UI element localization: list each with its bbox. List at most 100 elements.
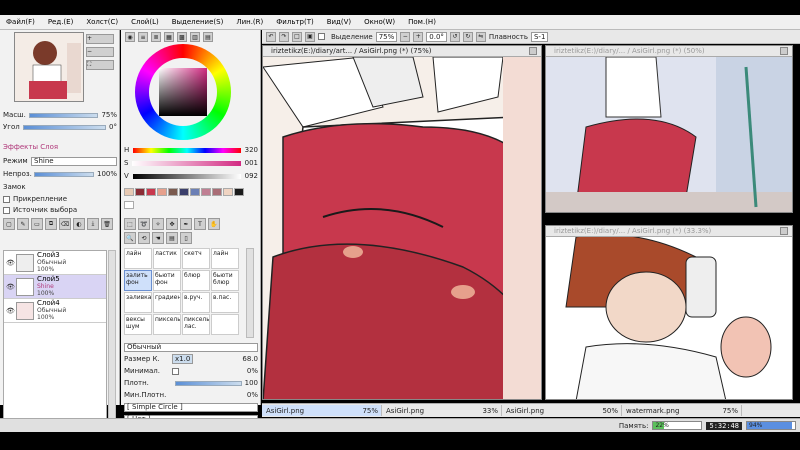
menu-layer[interactable]: Слой(L) bbox=[131, 18, 159, 26]
select-rect-icon[interactable]: ⬚ bbox=[124, 218, 136, 230]
menu-file[interactable]: Файл(F) bbox=[6, 18, 35, 26]
rotate-left-icon[interactable]: ↺ bbox=[449, 31, 460, 42]
undo-icon[interactable]: ↶ bbox=[266, 31, 276, 42]
menu-selection[interactable]: Выделение(S) bbox=[172, 18, 224, 26]
nav-angle-slider[interactable] bbox=[22, 124, 107, 130]
brush-slot[interactable]: ластик bbox=[153, 248, 181, 269]
brush-slot[interactable]: залить фон bbox=[124, 270, 152, 291]
sub1-window-title[interactable]: iriztetikz(E:)/diary/... / AsiGirl.png (… bbox=[546, 46, 792, 57]
brush-slot[interactable]: бьюти блюр bbox=[211, 270, 239, 291]
redo-icon[interactable]: ↷ bbox=[279, 31, 289, 42]
magic-wand-icon[interactable]: ✧ bbox=[152, 218, 164, 230]
color-wheel[interactable] bbox=[135, 44, 231, 140]
rotation-field[interactable]: 0.0° bbox=[426, 31, 447, 42]
brush-min-checkbox[interactable] bbox=[172, 367, 179, 375]
mixer-mode-icon[interactable]: ▩ bbox=[177, 32, 187, 42]
brush-density-value[interactable]: 100 bbox=[245, 379, 258, 387]
selection-checkbox[interactable] bbox=[318, 33, 325, 40]
hand-icon[interactable]: ☚ bbox=[152, 232, 164, 244]
mask-icon[interactable]: ◐ bbox=[73, 218, 85, 230]
layer-row-5[interactable]: 👁 Слой5 Shine 100% bbox=[4, 275, 106, 299]
menu-window[interactable]: Окно(W) bbox=[364, 18, 395, 26]
rotate-tool-icon[interactable]: ⟲ bbox=[138, 232, 150, 244]
brush-slot[interactable]: в.руч. bbox=[182, 292, 210, 313]
doc-tab-2[interactable]: AsiGirl.png 33% bbox=[382, 405, 502, 416]
layer-row-3[interactable]: 👁 Слой3 Обычный 100% bbox=[4, 251, 106, 275]
pan-icon[interactable]: ✋ bbox=[208, 218, 220, 230]
clear-layer-icon[interactable]: ⌫ bbox=[59, 218, 71, 230]
color-wheel-mode-icon[interactable]: ◉ bbox=[125, 32, 135, 42]
color-swatch[interactable] bbox=[146, 188, 156, 196]
menu-view[interactable]: Вид(V) bbox=[327, 18, 351, 26]
nav-fit-icon[interactable]: ⛶ bbox=[86, 60, 114, 70]
navigator-preview[interactable] bbox=[14, 32, 84, 102]
new-layer-icon[interactable]: ▢ bbox=[3, 218, 15, 230]
merge-down-icon[interactable]: ⤓ bbox=[87, 218, 99, 230]
rotate-right-icon[interactable]: ↻ bbox=[462, 31, 473, 42]
doc-tab-3[interactable]: AsiGirl.png 50% bbox=[502, 405, 622, 416]
hue-slider[interactable] bbox=[133, 147, 241, 153]
color-swatch[interactable] bbox=[201, 188, 211, 196]
color-swatch[interactable] bbox=[157, 188, 167, 196]
brush-size-value[interactable]: 68.0 bbox=[242, 355, 258, 363]
doc-tab-1[interactable]: AsiGirl.png 75% bbox=[262, 405, 382, 416]
nav-zoom-in-icon[interactable]: + bbox=[86, 34, 114, 44]
brush-min-density-value[interactable]: 0% bbox=[247, 391, 258, 399]
eye-icon[interactable]: 👁 bbox=[6, 259, 15, 267]
brush-grid-scrollbar[interactable] bbox=[246, 248, 254, 338]
close-icon[interactable] bbox=[529, 47, 537, 55]
move-icon[interactable]: ✥ bbox=[166, 218, 178, 230]
brush-mode-select[interactable]: Обычный bbox=[124, 342, 258, 352]
layer-effects-label[interactable]: Эффекты Слоя bbox=[3, 143, 58, 151]
brush-slot[interactable]: пиксель лас. bbox=[182, 314, 210, 335]
color-swatch[interactable] bbox=[234, 188, 244, 196]
saturation-slider[interactable] bbox=[132, 160, 241, 166]
nav-zoom-out-icon[interactable]: − bbox=[86, 47, 114, 57]
menu-edit[interactable]: Ред.(E) bbox=[48, 18, 73, 26]
selection-source-row[interactable]: Источник выбора bbox=[3, 205, 117, 215]
new-linework-layer-icon[interactable]: ✎ bbox=[17, 218, 29, 230]
brush-size-multiplier[interactable]: x1.0 bbox=[172, 354, 194, 364]
lasso-icon[interactable]: ➰ bbox=[138, 218, 150, 230]
selection-source-checkbox[interactable] bbox=[3, 206, 10, 214]
sub2-window-title[interactable]: iriztetikz(E:)/diary/... / AsiGirl.png (… bbox=[546, 226, 792, 237]
menu-filter[interactable]: Фильтр(T) bbox=[276, 18, 313, 26]
brush-slot[interactable]: градиент bbox=[153, 292, 181, 313]
secondary-canvas-window-33[interactable]: iriztetikz(E:)/diary/... / AsiGirl.png (… bbox=[545, 225, 793, 400]
brush-slot[interactable]: бьюти фон bbox=[153, 270, 181, 291]
clipping-row[interactable]: Прикрепление bbox=[3, 194, 117, 204]
color-swatch[interactable] bbox=[190, 188, 200, 196]
brush-shape-select[interactable]: [ Simple Circle ] bbox=[124, 402, 258, 412]
brush-slot[interactable]: лайн bbox=[211, 248, 239, 269]
close-icon[interactable] bbox=[780, 47, 788, 55]
zoom-in-icon[interactable]: + bbox=[413, 31, 424, 42]
new-folder-icon[interactable]: ▭ bbox=[31, 218, 43, 230]
clipping-checkbox[interactable] bbox=[3, 195, 10, 203]
layer-list-scrollbar[interactable] bbox=[108, 250, 116, 430]
blend-mode-select[interactable]: Shine bbox=[31, 156, 117, 166]
swatch-mode-icon[interactable]: ▥ bbox=[190, 32, 200, 42]
color-swatch[interactable] bbox=[124, 188, 134, 196]
rgb-slider-mode-icon[interactable]: ≡ bbox=[138, 32, 148, 42]
menu-canvas[interactable]: Холст(C) bbox=[86, 18, 118, 26]
eye-icon[interactable]: 👁 bbox=[6, 307, 15, 315]
color-swatch[interactable] bbox=[212, 188, 222, 196]
color-swatch[interactable] bbox=[124, 201, 134, 209]
color-swatch[interactable] bbox=[223, 188, 233, 196]
deselect-icon[interactable]: □ bbox=[292, 31, 302, 42]
close-icon[interactable] bbox=[780, 227, 788, 235]
scratchpad-mode-icon[interactable]: ▤ bbox=[203, 32, 213, 42]
eraser-icon[interactable]: ▯ bbox=[180, 232, 192, 244]
brush-slot[interactable]: скетч bbox=[182, 248, 210, 269]
brush-density-slider[interactable] bbox=[175, 380, 242, 386]
doc-tab-4[interactable]: watermark.png 75% bbox=[622, 405, 742, 416]
stabilizer-select[interactable]: S-1 bbox=[530, 31, 549, 42]
color-swatch[interactable] bbox=[179, 188, 189, 196]
brush-slot[interactable] bbox=[211, 314, 239, 335]
copy-layer-icon[interactable]: ⧉ bbox=[45, 218, 57, 230]
nav-zoom-slider[interactable] bbox=[28, 112, 99, 118]
brush-slot[interactable]: вексы шум bbox=[124, 314, 152, 335]
delete-layer-icon[interactable]: 🗑 bbox=[101, 218, 113, 230]
opacity-slider[interactable] bbox=[34, 171, 94, 177]
value-slider[interactable] bbox=[132, 173, 241, 179]
